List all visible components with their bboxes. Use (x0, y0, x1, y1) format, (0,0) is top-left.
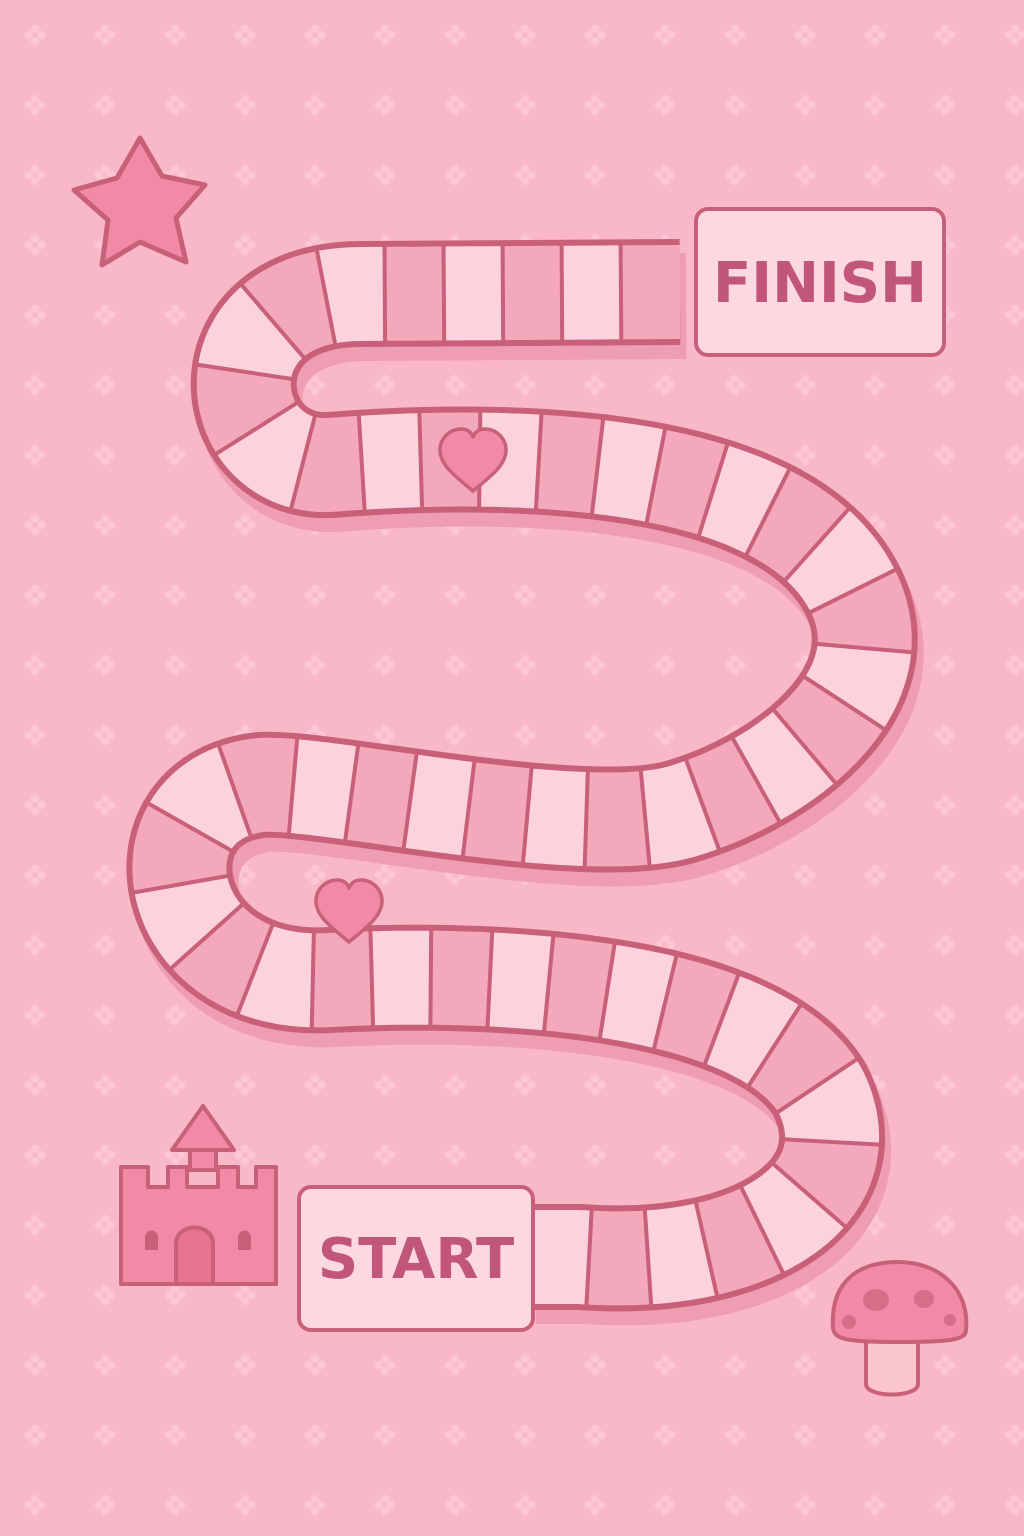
board-space (762, 660, 888, 790)
board-space (284, 246, 426, 344)
board-space (196, 330, 301, 471)
space-divider (382, 243, 388, 344)
start-label: START (318, 1227, 514, 1292)
space-divider (428, 927, 434, 1028)
board-space (604, 759, 744, 865)
board-space (726, 467, 860, 588)
board-space (310, 746, 452, 848)
board-space (766, 1100, 879, 1238)
board-space (774, 501, 898, 633)
board-space (714, 703, 848, 824)
space-divider (441, 243, 447, 344)
start-space[interactable]: START (297, 1185, 535, 1332)
board-space (800, 607, 912, 745)
space-divider (309, 930, 316, 1031)
board-space (132, 785, 235, 926)
board-space (145, 745, 277, 870)
board-space (330, 930, 472, 1026)
board-space (497, 414, 639, 514)
board-space (488, 1210, 631, 1305)
board-space (448, 932, 590, 1031)
board-space (198, 278, 316, 413)
finish-label: FINISH (713, 251, 927, 316)
board-space (606, 1203, 748, 1305)
board-space (623, 956, 764, 1065)
board-space (566, 944, 707, 1049)
board-space (251, 739, 393, 840)
board-space (320, 413, 462, 510)
board-space (212, 386, 345, 508)
board-space (389, 930, 531, 1027)
board-space (134, 843, 250, 979)
board-space (732, 1001, 861, 1128)
board-space (556, 420, 698, 522)
game-board: FINISH START (0, 0, 1024, 1536)
board-space (545, 771, 687, 867)
board-space (614, 429, 755, 536)
board-space (369, 754, 510, 856)
board-space (671, 444, 810, 557)
board-space (261, 415, 403, 513)
board-space (547, 1210, 690, 1306)
board-space (193, 737, 335, 836)
space-divider (618, 242, 624, 343)
space-divider (368, 928, 376, 1029)
board-space (808, 549, 912, 690)
space-divider (500, 243, 506, 344)
finish-space[interactable]: FINISH (694, 207, 946, 357)
board-space (665, 1185, 804, 1295)
board-space (230, 251, 368, 365)
board-space (720, 1152, 853, 1275)
board-space (163, 893, 297, 1015)
board-space (427, 762, 569, 863)
board-space (507, 936, 649, 1038)
board-space (271, 931, 413, 1028)
space-divider (559, 242, 565, 343)
board-space (680, 974, 817, 1090)
board-space (773, 1043, 880, 1183)
board-space (213, 924, 354, 1028)
board-space (486, 768, 628, 867)
space-divider (417, 410, 425, 511)
board-space (661, 735, 798, 850)
